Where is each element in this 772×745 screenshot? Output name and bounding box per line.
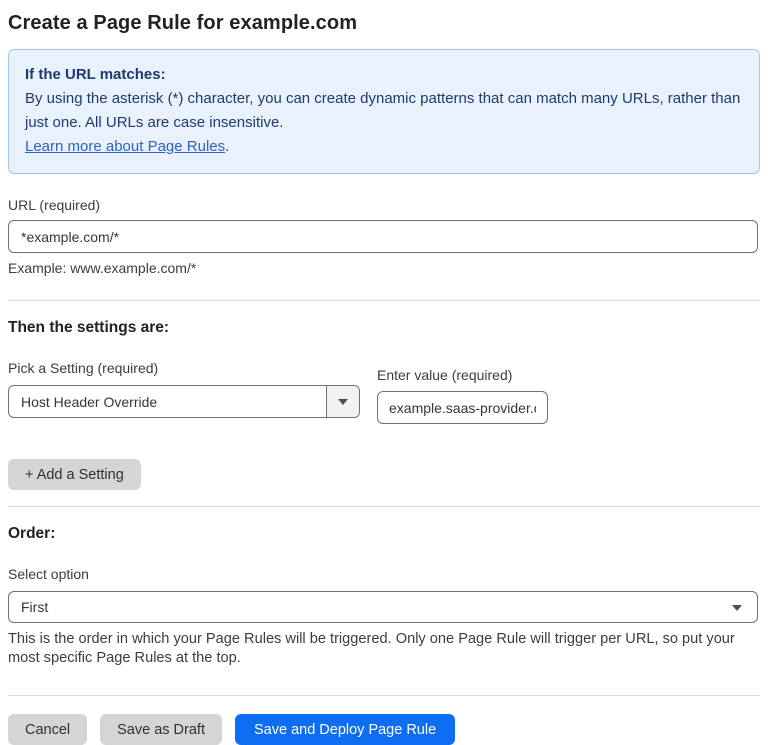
order-help-text: This is the order in which your Page Rul… [8, 631, 735, 666]
url-field-label: URL (required) [8, 197, 101, 213]
setting-select-arrow-button[interactable] [326, 386, 359, 417]
save-as-draft-button[interactable]: Save as Draft [100, 714, 222, 745]
add-setting-button[interactable]: + Add a Setting [8, 459, 141, 490]
order-select-label: Select option [8, 566, 89, 582]
info-box-link-line: Learn more about Page Rules. [25, 135, 743, 159]
footer-buttons: Cancel Save as Draft Save and Deploy Pag… [8, 714, 760, 745]
setting-value-input[interactable] [377, 391, 548, 424]
setting-select[interactable]: Host Header Override [8, 385, 360, 418]
setting-row: Pick a Setting (required) Host Header Ov… [8, 360, 760, 424]
page-title: Create a Page Rule for example.com [8, 12, 358, 34]
link-suffix: . [225, 138, 230, 155]
setting-picker-label: Pick a Setting (required) [8, 360, 159, 376]
setting-picker-column: Pick a Setting (required) Host Header Ov… [8, 360, 377, 424]
divider [8, 695, 760, 696]
setting-value-label: Enter value (required) [377, 367, 513, 383]
url-input[interactable] [8, 220, 758, 253]
divider [8, 506, 760, 507]
setting-select-value: Host Header Override [21, 393, 158, 410]
settings-section-heading: Then the settings are: [8, 319, 170, 336]
order-select-value: First [21, 599, 49, 615]
order-select[interactable]: First [8, 591, 758, 623]
divider [8, 300, 760, 301]
create-page-rule-form: Create a Page Rule for example.com If th… [0, 0, 772, 745]
info-box-body: By using the asterisk (*) character, you… [25, 90, 741, 131]
info-box-heading: If the URL matches: [25, 66, 166, 83]
cancel-button[interactable]: Cancel [8, 714, 88, 745]
save-and-deploy-button[interactable]: Save and Deploy Page Rule [234, 714, 456, 745]
learn-more-link[interactable]: Learn more about Page Rules [25, 138, 225, 155]
chevron-down-icon [732, 605, 742, 611]
url-matches-info-box: If the URL matches: By using the asteris… [8, 49, 760, 174]
setting-value-column: Enter value (required) [377, 367, 548, 424]
chevron-down-icon [338, 398, 348, 405]
order-section-heading: Order: [8, 525, 56, 542]
url-example-hint: Example: www.example.com/* [8, 260, 197, 276]
